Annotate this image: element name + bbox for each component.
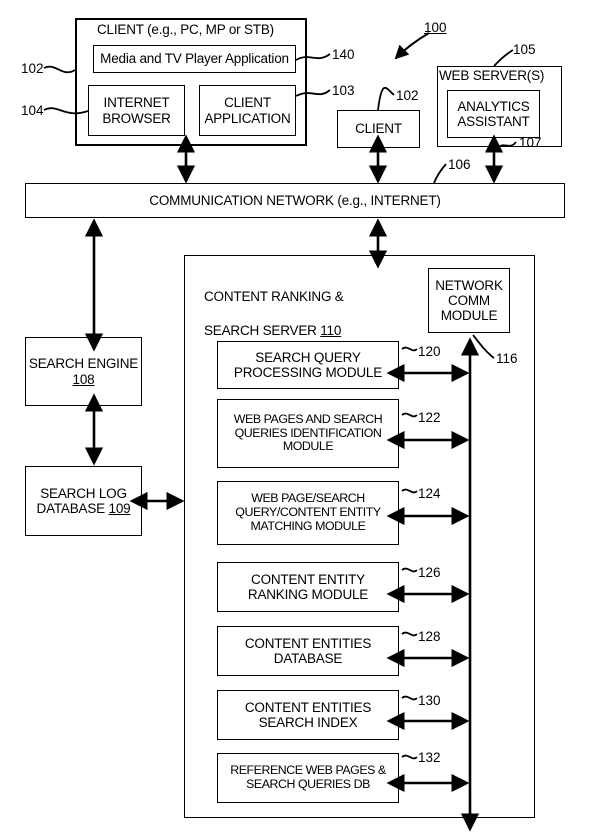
ref-140-media-app: 140 bbox=[332, 47, 355, 62]
web-server-title: WEB SERVER(S) bbox=[439, 68, 545, 83]
module-box-search-query-processing: SEARCH QUERY PROCESSING MODULE bbox=[217, 341, 399, 389]
leader-102-second-client bbox=[377, 86, 395, 111]
second-client-label: CLIENT bbox=[355, 121, 402, 137]
client-device-title: CLIENT (e.g., PC, MP or STB) bbox=[97, 22, 274, 37]
search-log-database-label-line2: DATABASE 109 bbox=[36, 501, 131, 516]
module-label-128: CONTENT ENTITIES DATABASE bbox=[244, 635, 372, 666]
media-tv-player-application-box: Media and TV Player Application bbox=[93, 45, 296, 73]
module-box-reference-web-pages-queries-db: REFERENCE WEB PAGES & SEARCH QUERIES DB bbox=[217, 753, 399, 803]
ref-128: 128 bbox=[418, 629, 441, 644]
module-box-content-entities-database: CONTENT ENTITIES DATABASE bbox=[217, 626, 399, 676]
ref-103-client-application: 103 bbox=[332, 83, 355, 98]
ref-126: 126 bbox=[418, 565, 441, 580]
client-application-box: CLIENT APPLICATION bbox=[199, 85, 296, 136]
module-label-124: WEB PAGE/SEARCH QUERY/CONTENT ENTITY MAT… bbox=[235, 491, 381, 533]
ref-110-server: 110 bbox=[320, 322, 342, 338]
communication-network-box: COMMUNICATION NETWORK (e.g., INTERNET) bbox=[25, 183, 565, 218]
ref-124: 124 bbox=[418, 486, 441, 501]
search-log-database-label-line1: SEARCH LOG bbox=[40, 485, 127, 501]
ref-102-client-device: 102 bbox=[21, 61, 44, 76]
server-title-line1: CONTENT RANKING & bbox=[204, 288, 344, 304]
internet-browser-label: INTERNET BROWSER bbox=[102, 95, 171, 126]
figure-pointer-arrow bbox=[394, 32, 430, 60]
ref-116-network-comm-module: 116 bbox=[496, 351, 518, 366]
search-engine-box: SEARCH ENGINE 108 bbox=[25, 337, 142, 406]
internet-browser-box: INTERNET BROWSER bbox=[88, 85, 185, 136]
ref-102-second-client: 102 bbox=[396, 88, 419, 103]
ref-109-search-log-database: 109 bbox=[108, 501, 131, 516]
module-box-content-entity-ranking: CONTENT ENTITY RANKING MODULE bbox=[217, 562, 399, 612]
analytics-assistant-label: ANALYTICS ASSISTANT bbox=[457, 98, 530, 129]
ref-105-web-server: 105 bbox=[513, 42, 536, 57]
module-box-content-entities-search-index: CONTENT ENTITIES SEARCH INDEX bbox=[217, 690, 399, 740]
ref-107-analytics-assistant: 107 bbox=[519, 135, 542, 150]
network-comm-module-label: NETWORK COMM MODULE bbox=[435, 277, 503, 324]
search-log-database-box: SEARCH LOG DATABASE 109 bbox=[25, 466, 142, 536]
search-engine-label: SEARCH ENGINE bbox=[28, 356, 139, 372]
ref-132: 132 bbox=[418, 750, 441, 765]
module-label-122: WEB PAGES AND SEARCH QUERIES IDENTIFICAT… bbox=[233, 411, 383, 454]
ref-130: 130 bbox=[418, 693, 441, 708]
module-box-web-pages-queries-identification: WEB PAGES AND SEARCH QUERIES IDENTIFICAT… bbox=[217, 399, 399, 468]
module-label-130: CONTENT ENTITIES SEARCH INDEX bbox=[244, 699, 372, 730]
analytics-assistant-box: ANALYTICS ASSISTANT bbox=[447, 90, 540, 138]
module-label-120: SEARCH QUERY PROCESSING MODULE bbox=[233, 349, 383, 380]
patent-figure: 100 CLIENT (e.g., PC, MP or STB) 102 Med… bbox=[0, 0, 592, 839]
network-comm-module-box: NETWORK COMM MODULE bbox=[428, 268, 510, 333]
communication-network-label: COMMUNICATION NETWORK (e.g., INTERNET) bbox=[149, 192, 441, 208]
module-label-126: CONTENT ENTITY RANKING MODULE bbox=[247, 571, 369, 602]
leader-106-network bbox=[433, 163, 447, 184]
ref-104-internet-browser: 104 bbox=[21, 103, 44, 118]
ref-120: 120 bbox=[418, 344, 441, 359]
client-application-label: CLIENT APPLICATION bbox=[204, 95, 291, 126]
module-box-matching: WEB PAGE/SEARCH QUERY/CONTENT ENTITY MAT… bbox=[217, 481, 399, 545]
leader-102-client bbox=[43, 65, 76, 74]
media-tv-player-application-label: Media and TV Player Application bbox=[100, 51, 289, 67]
figure-ref-100: 100 bbox=[424, 20, 447, 35]
ref-106-network: 106 bbox=[448, 157, 471, 172]
ref-122: 122 bbox=[418, 410, 441, 425]
second-client-box: CLIENT bbox=[337, 110, 420, 148]
ref-108-search-engine: 108 bbox=[72, 371, 95, 387]
module-label-132: REFERENCE WEB PAGES & SEARCH QUERIES DB bbox=[230, 763, 386, 791]
leader-105-webserver bbox=[493, 49, 514, 67]
server-title-line2: SEARCH SERVER 110 bbox=[204, 322, 342, 338]
